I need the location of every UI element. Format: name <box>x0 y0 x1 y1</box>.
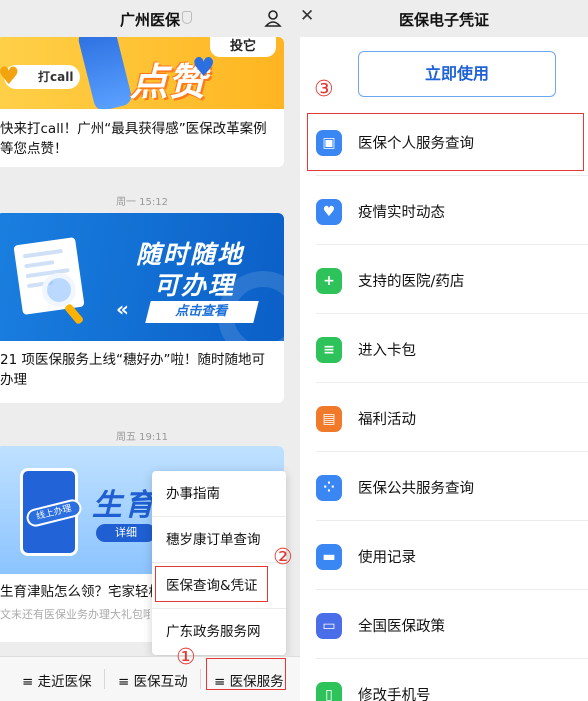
menu-item[interactable]: ▤ 福利活动 <box>316 384 588 452</box>
grid-apps-icon: ⁘ <box>316 475 342 501</box>
menu-item-label: 修改手机号 <box>358 688 431 701</box>
divider <box>200 669 201 689</box>
article-banner-1: 打call ♥ 点赞 投它 ♥ <box>0 37 284 109</box>
timestamp: 周一 15:12 <box>116 197 168 208</box>
profile-icon[interactable] <box>263 8 283 28</box>
view-button: 点击查看 <box>145 301 259 323</box>
menu-item-label: 福利活动 <box>358 412 416 428</box>
banner-headline: 生育 <box>92 488 156 523</box>
medical-cross-icon: + <box>316 268 342 294</box>
right-window-title: 医保电子凭证 <box>398 11 489 29</box>
highlight-box-step3 <box>307 113 584 171</box>
menu-item-label: 医保公共服务查询 <box>358 481 474 497</box>
menu-item-order-query[interactable]: 穗岁康订单查询 <box>152 517 286 563</box>
step-marker-2: ② <box>273 545 293 570</box>
left-window: 广州医保 打call ♥ 点赞 投它 ♥ 快来打call！广州“最具获得感”医保… <box>0 0 300 701</box>
heart-icon: ♥ <box>0 62 20 90</box>
raised-arm-graphic <box>76 37 134 109</box>
menu-item-label: 进入卡包 <box>358 343 416 359</box>
menu-item-label: 疫情实时动态 <box>358 205 445 221</box>
step-marker-1: ① <box>176 645 196 670</box>
detail-button: 详细 <box>96 524 156 542</box>
menu-item[interactable]: + 支持的医院/药店 <box>316 246 588 314</box>
left-window-title: 广州医保 <box>119 11 180 29</box>
policy-screen-icon: ▭ <box>316 613 342 639</box>
article-subtext-3: 文末还有医保业务办理大礼包哦 <box>0 608 150 621</box>
service-popup-menu: 办事指南 穗岁康订单查询 医保查询&凭证 广东政务服务网 <box>152 471 286 655</box>
menu-item[interactable]: ▭ 全国医保政策 <box>316 591 588 659</box>
heart-shield-icon: ♥ <box>316 199 342 225</box>
menu-item-gov-service[interactable]: 广东政务服务网 <box>152 609 286 655</box>
menu-item[interactable]: ≡ 进入卡包 <box>316 315 588 383</box>
double-chevron-icon: « <box>116 297 129 321</box>
article-card-2[interactable]: 随时随地 可办理 « 点击查看 21 项医保服务上线“穗好办”啦！随时随地可办理 <box>0 213 284 403</box>
menu-item[interactable]: ▬ 使用记录 <box>316 522 588 590</box>
magnifier-icon <box>42 273 76 307</box>
right-title-bar: ✕ 医保电子凭证 <box>300 0 588 37</box>
article-text-1: 快来打call！广州“最具获得感”医保改革案例等您点赞！ <box>0 121 267 157</box>
step-marker-3: ③ <box>314 77 334 102</box>
bottom-menu-about[interactable]: ≡ 走近医保 <box>22 670 92 690</box>
heart-icon: ♥ <box>192 53 216 83</box>
menu-item-label: 支持的医院/药店 <box>358 274 465 290</box>
divider <box>104 669 105 689</box>
article-banner-2: 随时随地 可办理 « 点击查看 <box>0 213 284 341</box>
bottom-menu-interact[interactable]: ≡ 医保互动 <box>118 670 188 690</box>
menu-item-label: 全国医保政策 <box>358 619 445 635</box>
record-card-icon: ▬ <box>316 544 342 570</box>
article-card-1[interactable]: 打call ♥ 点赞 投它 ♥ 快来打call！广州“最具获得感”医保改革案例等… <box>0 37 284 167</box>
card-wallet-icon: ≡ <box>316 337 342 363</box>
shield-icon <box>182 11 192 24</box>
use-now-button[interactable]: 立即使用 <box>358 51 556 97</box>
menu-item-guide[interactable]: 办事指南 <box>152 471 286 517</box>
timestamp: 周五 19:11 <box>116 432 168 443</box>
right-window: ✕ 医保电子凭证 立即使用 ▣ 医保个人服务查询 ♥ 疫情实时动态 + 支持的医院/药店 ≡… <box>300 0 588 701</box>
left-title-bar: 广州医保 <box>0 0 300 37</box>
menu-item[interactable]: ⁘ 医保公共服务查询 <box>316 453 588 521</box>
article-text-2: 21 项医保服务上线“穗好办”啦！随时随地可办理 <box>0 352 265 388</box>
vote-tag: 投它 <box>210 37 276 57</box>
menu-item-label: 使用记录 <box>358 550 416 566</box>
banner-line-2: 可办理 <box>154 271 236 300</box>
phone-icon: ▯ <box>316 682 342 701</box>
highlight-box-step1 <box>206 658 286 690</box>
gift-icon: ▤ <box>316 406 342 432</box>
menu-item[interactable]: ♥ 疫情实时动态 <box>316 177 588 245</box>
highlight-box-step2 <box>155 566 268 602</box>
menu-item[interactable]: ▯ 修改手机号 <box>316 660 588 701</box>
